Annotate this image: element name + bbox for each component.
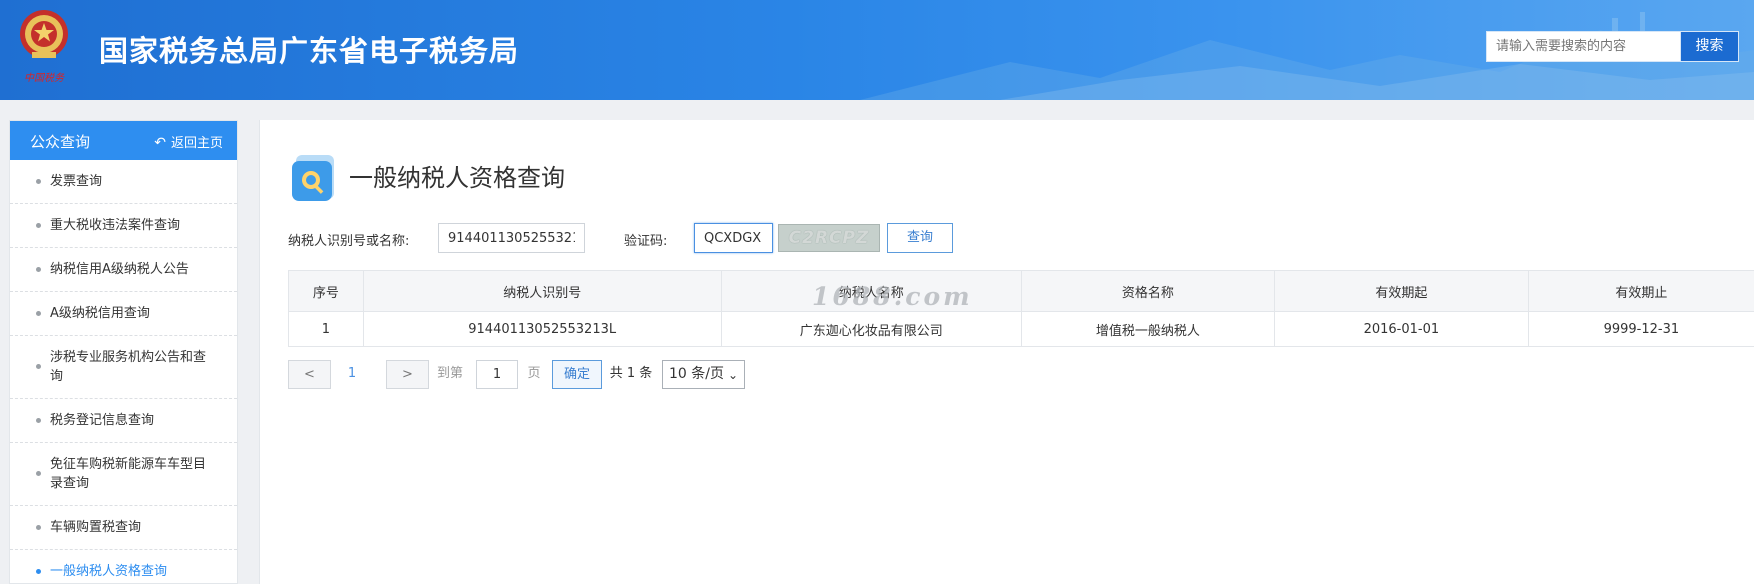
goto-label: 到第 xyxy=(436,366,463,381)
site-search-input[interactable] xyxy=(1486,31,1680,62)
results-table: 序号 纳税人识别号 纳税人名称 资格名称 有效期起 有效期止 1 9144011… xyxy=(288,270,1754,347)
chevron-down-icon: ⌄ xyxy=(727,368,738,382)
taxpayer-id-input[interactable] xyxy=(438,223,585,253)
sidebar-header: 公众查询 ↶ 返回主页 xyxy=(10,121,237,160)
col-header-valid-from: 有效期起 xyxy=(1274,270,1529,312)
sidebar-item-label: 税务登记信息查询 xyxy=(50,413,155,428)
captcha-input[interactable] xyxy=(694,223,773,253)
cell-valid-from: 2016-01-01 xyxy=(1274,311,1529,347)
cell-valid-to: 9999-12-31 xyxy=(1527,311,1754,347)
sidebar-title: 公众查询 xyxy=(30,133,91,151)
col-header-index: 序号 xyxy=(288,270,364,312)
page-size-value: 10 条/页 xyxy=(669,366,724,382)
table-header-row: 序号 纳税人识别号 纳税人名称 资格名称 有效期起 有效期止 xyxy=(288,270,1754,312)
query-button[interactable]: 查询 xyxy=(887,223,953,253)
bullet-icon xyxy=(36,568,41,574)
cell-taxpayer-id: 91440113052553213L xyxy=(362,311,722,347)
current-page-number[interactable]: 1 xyxy=(340,360,364,389)
watermark: 1688.com xyxy=(812,282,973,311)
site-header: 中国税务 国家税务总局广东省电子税务局 搜索 xyxy=(0,0,1754,100)
page-size-select[interactable]: 10 条/页 ⌄ xyxy=(662,360,745,389)
goto-confirm-button[interactable]: 确定 xyxy=(552,360,602,389)
col-header-taxpayer-id: 纳税人识别号 xyxy=(362,270,722,312)
col-header-valid-to: 有效期止 xyxy=(1527,270,1754,312)
sidebar-item-label: 免征车购税新能源车车型目录查询 xyxy=(50,457,207,491)
bullet-icon xyxy=(36,471,41,476)
site-title: 国家税务总局广东省电子税务局 xyxy=(99,34,520,68)
sidebar-item-label: 涉税专业服务机构公告和查询 xyxy=(50,350,207,384)
bullet-icon xyxy=(36,222,41,228)
sidebar-item-tax-service-agency[interactable]: 涉税专业服务机构公告和查询 xyxy=(10,336,237,399)
sidebar-item-label: 重大税收违法案件查询 xyxy=(50,218,181,233)
sidebar: 公众查询 ↶ 返回主页 发票查询 重大税收违法案件查询 纳税信用A级纳税人公告 A… xyxy=(9,120,238,584)
sidebar-item-tax-violation-query[interactable]: 重大税收违法案件查询 xyxy=(10,204,237,248)
sidebar-item-label: 发票查询 xyxy=(50,174,103,189)
cell-taxpayer-name: 广东迦心化妆品有限公司 xyxy=(720,311,1022,347)
prev-page-button[interactable]: < xyxy=(288,360,331,389)
tax-emblem-logo: 中国税务 xyxy=(18,8,70,90)
main-content: 一般纳税人资格查询 纳税人识别号或名称: 验证码: C2RCPZ 查询 序号 纳… xyxy=(259,120,1754,584)
bullet-icon xyxy=(36,310,41,316)
bullet-icon xyxy=(36,417,41,423)
col-header-qualification: 资格名称 xyxy=(1020,270,1276,312)
bullet-icon xyxy=(36,524,41,530)
back-home-label: 返回主页 xyxy=(170,136,223,151)
sidebar-item-vehicle-purchase-tax[interactable]: 车辆购置税查询 xyxy=(10,506,237,550)
sidebar-item-a-level-announcement[interactable]: 纳税信用A级纳税人公告 xyxy=(10,248,237,292)
svg-text:中国税务: 中国税务 xyxy=(24,72,65,84)
bullet-icon xyxy=(36,364,41,369)
cell-index: 1 xyxy=(288,311,364,347)
search-document-icon xyxy=(292,155,334,201)
sidebar-item-label: 一般纳税人资格查询 xyxy=(50,564,168,579)
captcha-image[interactable]: C2RCPZ xyxy=(778,224,880,252)
bullet-icon xyxy=(36,266,41,272)
sidebar-item-invoice-query[interactable]: 发票查询 xyxy=(10,160,237,204)
back-arrow-icon: ↶ xyxy=(154,135,166,151)
total-count: 共 1 条 xyxy=(609,366,653,381)
bullet-icon xyxy=(36,178,41,184)
table-row: 1 91440113052553213L 广东迦心化妆品有限公司 增值税一般纳税… xyxy=(288,311,1754,347)
page-unit-label: 页 xyxy=(527,366,541,381)
search-button[interactable]: 搜索 xyxy=(1680,31,1739,62)
sidebar-item-general-taxpayer-query[interactable]: 一般纳税人资格查询 xyxy=(10,550,237,583)
back-home-link[interactable]: ↶ 返回主页 xyxy=(154,132,223,151)
taxpayer-id-label: 纳税人识别号或名称: xyxy=(288,234,410,249)
sidebar-item-label: 纳税信用A级纳税人公告 xyxy=(50,262,189,277)
sidebar-item-a-level-credit-query[interactable]: A级纳税信用查询 xyxy=(10,292,237,336)
next-page-button[interactable]: > xyxy=(386,360,429,389)
sidebar-item-label: A级纳税信用查询 xyxy=(50,306,150,321)
sidebar-item-label: 车辆购置税查询 xyxy=(50,520,142,535)
goto-page-input[interactable] xyxy=(476,360,518,389)
cell-qualification: 增值税一般纳税人 xyxy=(1020,311,1276,347)
captcha-label: 验证码: xyxy=(624,234,668,249)
sidebar-item-tax-registration-query[interactable]: 税务登记信息查询 xyxy=(10,399,237,443)
sidebar-item-new-energy-vehicle-catalog[interactable]: 免征车购税新能源车车型目录查询 xyxy=(10,443,237,506)
page-title: 一般纳税人资格查询 xyxy=(349,164,565,192)
